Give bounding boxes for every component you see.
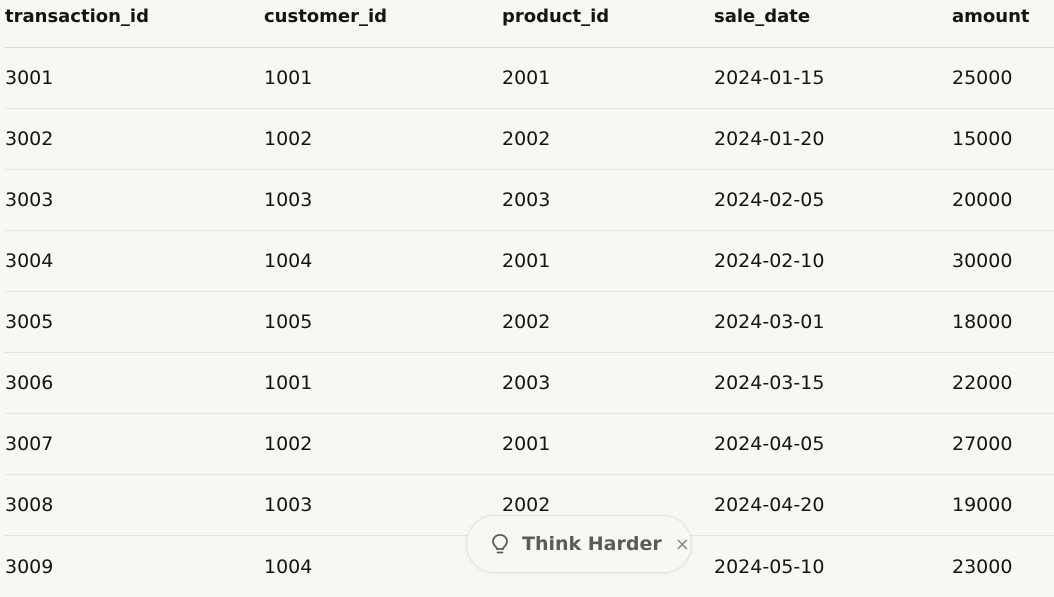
table-cell: 2024-03-15 <box>714 372 825 394</box>
table-cell: 1002 <box>264 433 313 455</box>
table-cell: 3006 <box>5 372 54 394</box>
column-header: amount <box>952 6 1030 27</box>
table-cell: 2002 <box>502 128 551 150</box>
think-harder-label: Think Harder <box>522 533 662 555</box>
table-cell: 1002 <box>264 128 313 150</box>
table-cell: 2024-02-10 <box>714 250 825 272</box>
table-cell: 2001 <box>502 250 551 272</box>
column-header: transaction_id <box>5 6 149 27</box>
table-row: 3003 1003 2003 2024-02-05 20000 <box>5 170 1054 231</box>
table-cell: 1004 <box>264 555 313 578</box>
table-cell: 2024-04-20 <box>714 494 825 516</box>
column-header: product_id <box>502 6 610 27</box>
table-cell: 2024-01-20 <box>714 128 825 150</box>
table-cell: 1003 <box>264 189 313 211</box>
table-cell: 1001 <box>264 67 313 89</box>
table-cell: 30000 <box>952 250 1013 272</box>
table-row: 3004 1004 2001 2024-02-10 30000 <box>5 231 1054 292</box>
table-row: 3006 1001 2003 2024-03-15 22000 <box>5 353 1054 414</box>
table-cell: 3002 <box>5 128 54 150</box>
table-cell: 3004 <box>5 250 54 272</box>
table-cell: 2024-01-15 <box>714 67 825 89</box>
table-row: 3007 1002 2001 2024-04-05 27000 <box>5 414 1054 475</box>
data-table: transaction_id customer_id product_id sa… <box>5 0 1054 597</box>
table-cell: 2003 <box>502 372 551 394</box>
column-header: customer_id <box>264 6 388 27</box>
think-harder-button[interactable]: Think Harder × <box>466 515 692 573</box>
table-cell: 27000 <box>952 433 1013 455</box>
table-cell: 20000 <box>952 189 1013 211</box>
table-cell: 3005 <box>5 311 54 333</box>
table-cell: 1005 <box>264 311 313 333</box>
lightbulb-icon <box>489 533 511 555</box>
table-cell: 3009 <box>5 555 54 578</box>
table-cell: 3008 <box>5 494 54 516</box>
table-header-row: transaction_id customer_id product_id sa… <box>5 0 1054 48</box>
table-cell: 3003 <box>5 189 54 211</box>
table-cell: 2024-03-01 <box>714 311 825 333</box>
table-cell: 23000 <box>952 555 1013 578</box>
table-row: 3005 1005 2002 2024-03-01 18000 <box>5 292 1054 353</box>
table-cell: 1003 <box>264 494 313 516</box>
table-cell: 3007 <box>5 433 54 455</box>
table-cell: 1004 <box>264 250 313 272</box>
table-cell: 25000 <box>952 67 1013 89</box>
table-cell: 2024-04-05 <box>714 433 825 455</box>
table-cell: 2002 <box>502 311 551 333</box>
table-row: 3001 1001 2001 2024-01-15 25000 <box>5 48 1054 109</box>
table-cell: 22000 <box>952 372 1013 394</box>
table-cell: 2024-05-10 <box>714 555 825 578</box>
table-cell: 2003 <box>502 189 551 211</box>
table-cell: 19000 <box>952 494 1013 516</box>
table-cell: 3001 <box>5 67 54 89</box>
table-cell: 2024-02-05 <box>714 189 825 211</box>
table-row: 3002 1002 2002 2024-01-20 15000 <box>5 109 1054 170</box>
column-header: sale_date <box>714 6 811 27</box>
close-icon[interactable]: × <box>675 534 690 555</box>
table-cell: 2001 <box>502 433 551 455</box>
table-cell: 1001 <box>264 372 313 394</box>
table-cell: 2001 <box>502 67 551 89</box>
table-cell: 18000 <box>952 311 1013 333</box>
table-cell: 15000 <box>952 128 1013 150</box>
